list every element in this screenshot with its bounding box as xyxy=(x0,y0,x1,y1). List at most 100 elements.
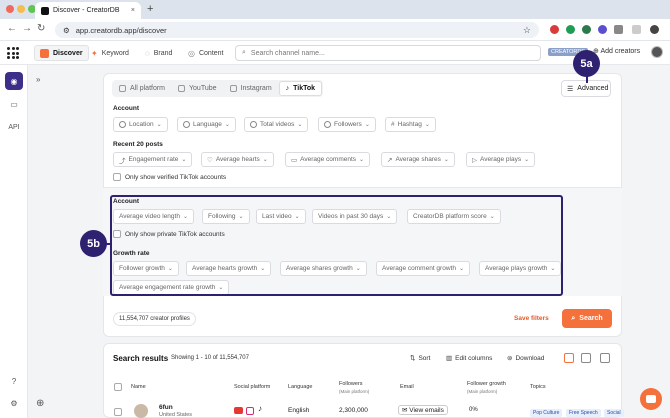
back-icon[interactable]: ← xyxy=(7,23,17,34)
tab-tiktok[interactable]: ♪ TikTok xyxy=(278,81,323,96)
callout-label: 5a xyxy=(580,57,593,70)
extension-icon[interactable] xyxy=(582,25,591,34)
average-comments-filter[interactable]: ▭ Average comments ⌄ xyxy=(285,152,371,167)
tab-title: Discover - CreatorDB xyxy=(53,7,120,14)
sidebar-item-help[interactable]: ? xyxy=(5,372,23,390)
site-info-icon[interactable]: ⚙ xyxy=(63,26,70,35)
tiktok-icon[interactable]: ♪ xyxy=(258,404,262,413)
close-window-icon[interactable] xyxy=(6,5,14,13)
expand-sidebar-icon[interactable]: » xyxy=(36,75,40,84)
callout-label: 5b xyxy=(87,237,100,250)
bookmark-star-icon[interactable]: ☆ xyxy=(523,25,531,36)
engagement-rate-filter[interactable]: ⤴ Engagement rate ⌄ xyxy=(113,152,193,167)
add-creators-button[interactable]: ⊕ Add creators xyxy=(593,47,640,55)
edit-columns-button[interactable]: ▥ Edit columns xyxy=(446,354,492,363)
grid-view-icon[interactable] xyxy=(581,353,591,363)
tab-instagram[interactable]: Instagram xyxy=(224,81,278,96)
url-field[interactable]: ⚙ app.creatordb.app/discover ☆ xyxy=(55,22,539,38)
extension-icon[interactable] xyxy=(566,25,575,34)
extension-icon[interactable] xyxy=(550,25,559,34)
nav-content-button[interactable]: ◎ Content xyxy=(183,45,229,61)
tab-label: All platform xyxy=(130,85,166,92)
chevron-down-icon: ⌄ xyxy=(424,122,430,128)
close-tab-icon[interactable]: × xyxy=(131,7,135,14)
chevron-down-icon: ⌄ xyxy=(156,122,162,128)
puzzle-extensions-icon[interactable] xyxy=(614,25,623,34)
search-button[interactable]: ⌕ Search xyxy=(562,309,612,328)
column-social: Social platform xyxy=(234,384,271,390)
sidebar-item-folders[interactable]: ▭ xyxy=(5,95,23,113)
topic-tag[interactable]: Social xyxy=(604,409,624,417)
extension-icon[interactable] xyxy=(598,25,607,34)
tab-youtube[interactable]: YouTube xyxy=(172,81,223,96)
checkbox-box[interactable] xyxy=(113,173,121,181)
avatar xyxy=(134,404,148,418)
sort-button[interactable]: ⇅ Sort xyxy=(410,354,430,363)
total-videos-filter[interactable]: Total videos ⌄ xyxy=(244,117,309,132)
sidebar-item-api[interactable]: API xyxy=(5,118,23,136)
callout-5b: 5b xyxy=(80,230,107,257)
channel-search-input[interactable]: ⌕ Search channel name... xyxy=(235,45,541,61)
browser-tab[interactable]: Discover - CreatorDB × xyxy=(35,2,141,19)
chat-support-button[interactable] xyxy=(640,388,662,410)
tab-label: YouTube xyxy=(189,85,217,92)
avatar[interactable] xyxy=(651,46,663,58)
hashtag-filter[interactable]: # Hashtag ⌄ xyxy=(385,117,436,132)
column-language: Language xyxy=(288,384,313,390)
sidebar-panel-icon[interactable] xyxy=(632,25,641,34)
youtube-icon[interactable] xyxy=(234,407,243,414)
chevron-down-icon: ⌄ xyxy=(359,157,365,163)
instagram-icon[interactable] xyxy=(246,407,254,415)
minimize-window-icon[interactable] xyxy=(17,5,25,13)
followers-filter[interactable]: Followers ⌄ xyxy=(318,117,376,132)
average-plays-filter[interactable]: ▷ Average plays ⌄ xyxy=(466,152,536,167)
new-tab-icon[interactable]: + xyxy=(147,3,153,15)
view-emails-label: View emails xyxy=(409,407,444,414)
trend-icon: ⤴ xyxy=(119,157,126,165)
language-filter[interactable]: Language ⌄ xyxy=(177,117,236,132)
sidebar: ◉ ▭ API ? ⚙ xyxy=(0,65,28,418)
tiktok-icon: ♪ xyxy=(285,85,290,92)
column-growth[interactable]: Follower growth xyxy=(467,381,506,387)
sidebar-item-discover[interactable]: ◉ xyxy=(5,72,23,90)
topic-tag[interactable]: Pop Culture xyxy=(530,409,563,417)
average-shares-filter[interactable]: ↗ Average shares ⌄ xyxy=(381,152,455,167)
apps-grid-icon[interactable] xyxy=(7,47,19,59)
column-followers[interactable]: Followers xyxy=(339,381,363,387)
list-view-icon[interactable] xyxy=(564,353,574,363)
select-all-checkbox[interactable] xyxy=(114,383,122,391)
location-filter[interactable]: Location ⌄ xyxy=(113,117,168,132)
forward-icon[interactable]: → xyxy=(22,23,32,34)
creator-name[interactable]: 6fun xyxy=(159,404,173,411)
creator-growth: 0% xyxy=(469,407,478,413)
download-button[interactable]: ⊚ Download xyxy=(507,354,544,363)
nav-discover-button[interactable]: Discover xyxy=(34,45,89,61)
folder-icon: ▭ xyxy=(10,99,18,109)
app-header: Discover ✦ Keyword ◌ Brand ◎ Content ⌕ S… xyxy=(0,41,670,65)
row-checkbox[interactable] xyxy=(114,408,122,416)
video-icon xyxy=(250,121,257,128)
topic-tag[interactable]: Free Speech xyxy=(566,409,601,417)
checkbox-box[interactable] xyxy=(114,383,122,391)
sidebar-item-settings[interactable]: ⚙ xyxy=(5,394,23,412)
globe-icon xyxy=(183,121,190,128)
checkbox-box[interactable] xyxy=(114,408,122,416)
nav-brand-button[interactable]: ◌ Brand xyxy=(140,45,177,61)
card-view-icon[interactable] xyxy=(600,353,610,363)
nav-keyword-button[interactable]: ✦ Keyword xyxy=(86,45,134,61)
search-icon: ⌕ xyxy=(242,49,246,56)
location-pin-icon xyxy=(119,121,126,128)
column-name[interactable]: Name xyxy=(131,384,146,390)
verified-checkbox[interactable]: Only show verified TikTok accounts xyxy=(113,173,226,181)
profile-avatar-icon[interactable] xyxy=(650,25,659,34)
save-filters-button[interactable]: Save filters xyxy=(514,315,549,322)
nav-label: Brand xyxy=(153,49,173,57)
average-hearts-filter[interactable]: ♡ Average hearts ⌄ xyxy=(201,152,274,167)
creator-country: United States xyxy=(159,412,193,418)
view-emails-button[interactable]: ✉ View emails xyxy=(398,405,448,415)
tab-all-platform[interactable]: All platform xyxy=(113,81,171,96)
reload-icon[interactable]: ↻ xyxy=(37,23,45,34)
advanced-highlight-box xyxy=(110,195,563,296)
add-icon[interactable]: ⊕ xyxy=(36,398,44,409)
chip-label: Hashtag xyxy=(397,121,422,128)
